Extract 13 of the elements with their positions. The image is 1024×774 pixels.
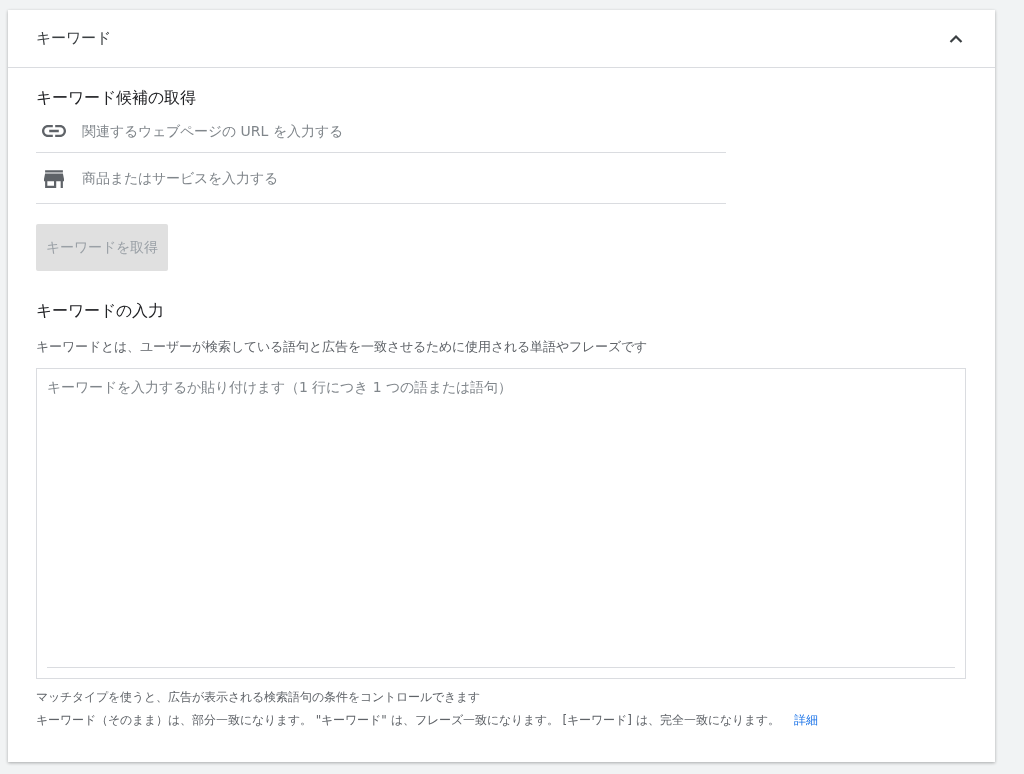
- details-link[interactable]: 詳細: [793, 712, 818, 729]
- input-field[interactable]: 商品またはサービスを入力する: [80, 169, 720, 187]
- storefront-icon: [42, 168, 66, 188]
- keywords-text-area[interactable]: キーワードを入力するか貼り付けます（1 行につき 1 つの語または語句）: [36, 368, 966, 679]
- panel-title: キーワード: [36, 29, 111, 48]
- section-heading: キーワードの入力: [36, 301, 165, 322]
- input-field[interactable]: 関連するウェブページの URL を入力する: [80, 121, 720, 140]
- description-text: キーワードとは、ユーザーが検索している語句と広告を一致させるために使用される単語やフレーズです: [36, 338, 648, 356]
- chevron-icon: [949, 34, 963, 43]
- section-heading: キーワード候補の取得: [36, 88, 197, 109]
- footnote-text: キーワード（そのまま）は、部分一致になります。 "キーワード" は、フレーズ一致になります。 [キーワード] は、完全一致になります。: [36, 712, 780, 729]
- link-icon: [42, 124, 66, 137]
- footnote-text: マッチタイプを使うと、広告が表示される検索語句の条件をコントロールできます: [36, 689, 481, 706]
